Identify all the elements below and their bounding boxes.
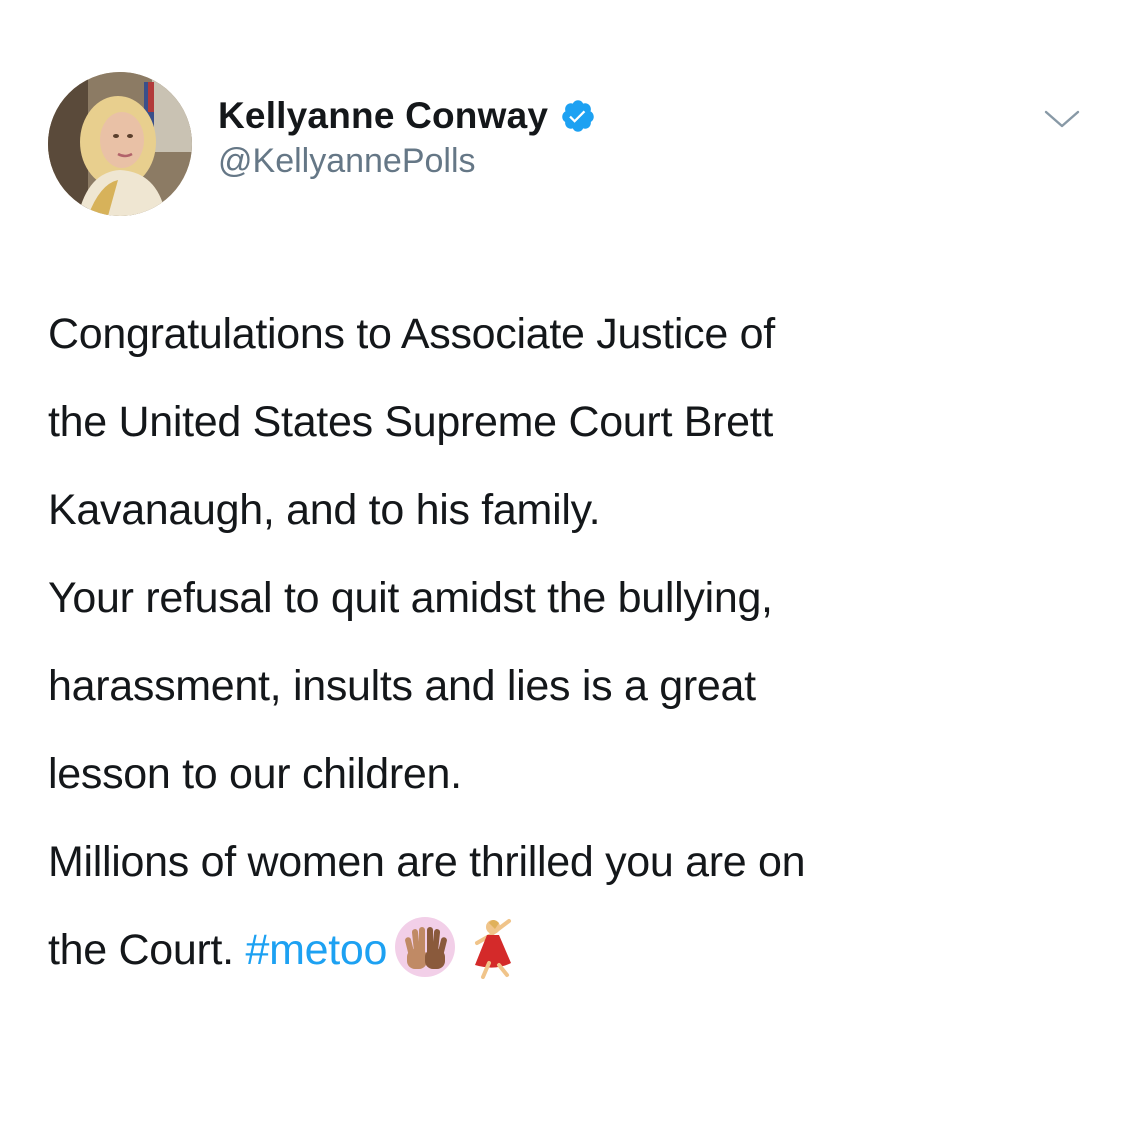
author-handle[interactable]: @KellyannePolls (218, 142, 476, 181)
hashtag-link[interactable]: #metoo (245, 926, 387, 974)
tweet-line: Your refusal to quit amidst the bullying… (48, 574, 773, 622)
profile-photo (48, 72, 192, 216)
tweet-text: Congratulations to Associate Justice of … (48, 290, 1088, 994)
tweet-line: the United States Supreme Court Brett (48, 398, 774, 446)
tweet-line: Millions of women are thrilled you are o… (48, 838, 806, 886)
tweet-line: the Court. (48, 926, 246, 974)
tweet-line: Kavanaugh, and to his family. (48, 486, 601, 534)
raised-hands-emoji (393, 915, 457, 979)
display-name[interactable]: Kellyanne Conway (218, 95, 548, 137)
verified-badge-icon (560, 98, 596, 134)
dancer-emoji (465, 915, 521, 979)
tweet-line: harassment, insults and lies is a great (48, 662, 756, 710)
tweet-paragraph: Congratulations to Associate Justice of … (48, 290, 1088, 554)
chevron-down-icon[interactable] (1042, 104, 1082, 134)
author-name-row[interactable]: Kellyanne Conway (218, 92, 596, 140)
tweet-line: lesson to our children. (48, 750, 462, 798)
tweet: Kellyanne Conway @KellyannePolls Congrat… (0, 0, 1124, 1124)
tweet-paragraph: Millions of women are thrilled you are o… (48, 818, 1088, 994)
avatar[interactable] (48, 72, 192, 216)
tweet-paragraph: Your refusal to quit amidst the bullying… (48, 554, 1088, 818)
tweet-line: Congratulations to Associate Justice of (48, 310, 775, 358)
